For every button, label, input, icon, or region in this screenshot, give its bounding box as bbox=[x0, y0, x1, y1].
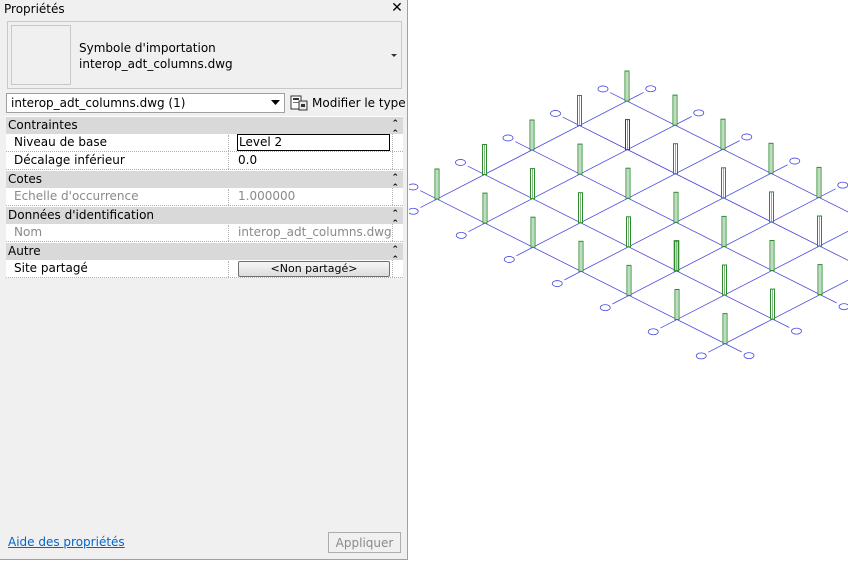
category-label: Données d'identification bbox=[8, 208, 155, 222]
category-identity-data[interactable]: Données d'identification ⌃⌃ bbox=[6, 206, 403, 229]
grid-line bbox=[708, 279, 848, 353]
grid-line bbox=[562, 116, 848, 261]
type-preview-image bbox=[11, 25, 71, 85]
property-name: Décalage inférieur bbox=[14, 153, 229, 169]
category-label: Contraintes bbox=[8, 118, 78, 132]
grid-bubble bbox=[551, 280, 563, 287]
base-level-input[interactable]: Level 2 bbox=[237, 134, 390, 151]
category-label: Autre bbox=[8, 244, 41, 258]
grid-line bbox=[610, 92, 848, 213]
grid-bubble bbox=[693, 109, 705, 117]
grid-bubble bbox=[837, 181, 848, 189]
instance-scale-value: 1.000000 bbox=[238, 189, 296, 203]
property-name: Niveau de base bbox=[14, 135, 229, 151]
close-icon[interactable]: ✕ bbox=[390, 1, 404, 15]
grid-bubble bbox=[597, 85, 609, 93]
grid-bubble bbox=[550, 110, 561, 117]
grid-bubble bbox=[647, 328, 659, 336]
name-value: interop_adt_columns.dwg bbox=[238, 225, 392, 239]
grid-bubble bbox=[789, 157, 801, 165]
base-offset-value[interactable]: 0.0 bbox=[238, 153, 388, 168]
property-name: Site partagé bbox=[14, 261, 229, 277]
property-row-base-offset[interactable]: Décalage inférieur 0.0 bbox=[6, 152, 403, 170]
grid-bubble bbox=[407, 183, 419, 191]
type-family-label: Symbole d'importation bbox=[79, 41, 216, 55]
drawing-viewport[interactable] bbox=[407, 0, 848, 562]
grid-bubble bbox=[599, 304, 611, 312]
row-divider bbox=[392, 224, 403, 241]
chevron-down-icon bbox=[271, 100, 280, 105]
property-row-instance-scale: Echelle d'occurrence 1.000000 bbox=[6, 188, 403, 206]
panel-titlebar: Propriétés ✕ bbox=[0, 0, 408, 18]
type-selector-preview[interactable]: Symbole d'importation interop_adt_column… bbox=[7, 21, 402, 89]
grid-bubble bbox=[455, 159, 466, 166]
row-divider bbox=[392, 152, 403, 169]
property-name: Nom bbox=[14, 225, 229, 241]
category-label: Cotes bbox=[8, 172, 43, 186]
type-file-label: interop_adt_columns.dwg bbox=[79, 57, 233, 71]
panel-title: Propriétés bbox=[4, 2, 65, 16]
grid-bubble bbox=[743, 352, 755, 360]
apply-button[interactable]: Appliquer bbox=[328, 532, 401, 553]
instance-filter-dropdown[interactable]: interop_adt_columns.dwg (1) bbox=[6, 93, 285, 113]
column-grid-drawing[interactable] bbox=[407, 0, 848, 562]
grid-bubble bbox=[502, 134, 514, 142]
type-name: Symbole d'importation interop_adt_column… bbox=[79, 40, 233, 72]
grid-bubble bbox=[791, 327, 802, 335]
grid-bubble bbox=[503, 256, 515, 263]
chevron-down-icon[interactable] bbox=[389, 50, 399, 60]
instance-filter-value: interop_adt_columns.dwg (1) bbox=[11, 96, 186, 110]
category-other[interactable]: Autre ⌃⌃ bbox=[6, 242, 403, 265]
grid-bubble bbox=[838, 303, 848, 311]
property-row-shared-site: Site partagé <Non partagé> bbox=[6, 260, 403, 278]
properties-grid: Contraintes ⌃⌃ Niveau de base Level 2 Dé… bbox=[6, 116, 403, 278]
property-row-base-level[interactable]: Niveau de base Level 2 bbox=[6, 134, 403, 152]
property-name: Echelle d'occurrence bbox=[14, 189, 229, 205]
grid-bubble bbox=[455, 231, 467, 239]
edit-type-label: Modifier le type bbox=[312, 96, 406, 110]
category-dimensions[interactable]: Cotes ⌃⌃ bbox=[6, 170, 403, 193]
grid-bubble bbox=[407, 207, 419, 215]
property-row-name: Nom interop_adt_columns.dwg bbox=[6, 224, 403, 242]
properties-help-link[interactable]: Aide des propriétés bbox=[8, 535, 125, 549]
properties-panel: Propriétés ✕ Symbole d'importation inter… bbox=[0, 0, 408, 560]
edit-type-icon bbox=[290, 95, 308, 111]
grid-bubble bbox=[645, 85, 657, 93]
grid-bubble bbox=[695, 352, 707, 360]
grid-bubble bbox=[741, 133, 753, 141]
category-constraints[interactable]: Contraintes ⌃⌃ bbox=[6, 116, 403, 139]
row-divider bbox=[392, 134, 403, 151]
row-divider bbox=[392, 260, 403, 277]
edit-type-button[interactable]: Modifier le type bbox=[290, 93, 406, 113]
shared-site-button[interactable]: <Non partagé> bbox=[238, 261, 390, 277]
row-divider bbox=[392, 188, 403, 205]
